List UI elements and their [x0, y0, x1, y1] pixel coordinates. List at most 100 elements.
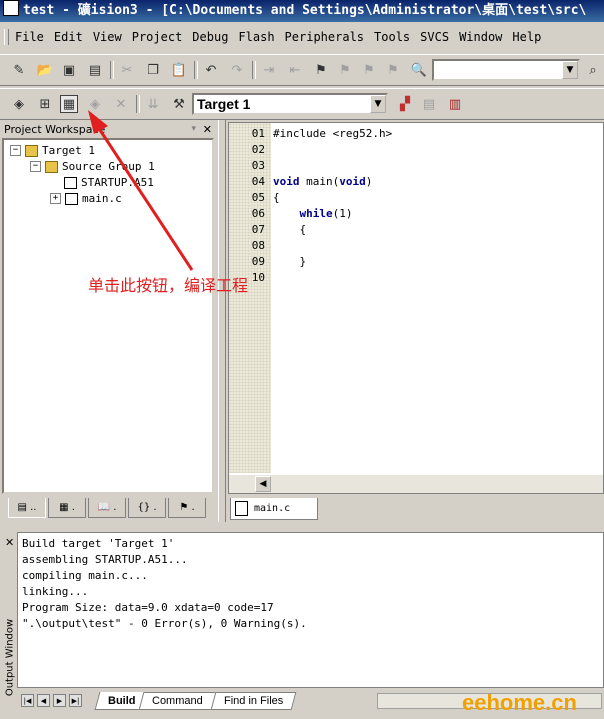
- tree-node-startup[interactable]: STARTUP.A51: [64, 176, 154, 189]
- file-icon: [235, 501, 248, 516]
- menu-view[interactable]: View: [88, 30, 127, 44]
- editor-tab-main-c[interactable]: main.c: [230, 498, 318, 520]
- tree-node-main-c[interactable]: + main.c: [50, 192, 122, 205]
- menu-project[interactable]: Project: [127, 30, 188, 44]
- toolbar-separator: [252, 61, 256, 79]
- workspace-tree: − Target 1 − Source Group 1 STARTUP.A51 …: [2, 138, 214, 494]
- prev-tab-icon[interactable]: ◀: [37, 694, 50, 707]
- save-icon[interactable]: ▣: [60, 61, 78, 79]
- chevron-down-icon[interactable]: ▾: [191, 122, 196, 137]
- collapse-icon[interactable]: −: [30, 161, 41, 172]
- prev-bookmark-icon[interactable]: ⚑: [360, 61, 378, 79]
- line-number: 08: [251, 239, 265, 252]
- download-icon[interactable]: ⇊: [144, 95, 162, 113]
- undo-icon[interactable]: ↶: [202, 61, 220, 79]
- folder-icon: [45, 160, 58, 173]
- file-toolbar: ✎ 📂 ▣ ▤ ✂ ❐ 📋 ↶ ↷ ⇥ ⇤ ⚑ ⚑ ⚑ ⚑ 🔍 ▼ ⌕: [0, 54, 604, 86]
- file-icon: [65, 192, 78, 205]
- build-toolbar: ◈ ⊞ ▦ ◈ ✕ ⇊ ⚒ Target 1 ▼ ▞ ▤ ▥: [0, 88, 604, 120]
- tree-node-label: main.c: [82, 192, 122, 205]
- output-line: linking...: [22, 585, 89, 598]
- keyword: while: [299, 207, 333, 220]
- translate-icon[interactable]: ◈: [10, 95, 28, 113]
- tab-find-label: Find in Files: [224, 695, 284, 707]
- menu-window[interactable]: Window: [454, 30, 507, 44]
- tree-node-source-group[interactable]: − Source Group 1: [30, 160, 155, 173]
- code-text: (1): [332, 207, 353, 220]
- save-all-icon[interactable]: ▤: [86, 61, 104, 79]
- collapse-icon[interactable]: −: [10, 145, 21, 156]
- rebuild-all-icon[interactable]: ▦: [60, 95, 78, 113]
- app-logo-icon: [3, 0, 19, 16]
- workspace-title: Project Workspace: [4, 123, 106, 136]
- indent-icon[interactable]: ⇥: [260, 61, 278, 79]
- chevron-down-icon[interactable]: ▼: [370, 95, 386, 113]
- new-file-icon[interactable]: ✎: [10, 61, 28, 79]
- binoculars-icon[interactable]: ⌕: [584, 61, 602, 79]
- menu-bar: File Edit View Project Debug Flash Perip…: [0, 25, 604, 49]
- stop-build-icon[interactable]: ✕: [112, 95, 130, 113]
- expand-icon[interactable]: +: [50, 193, 61, 204]
- editor-tab-label: main.c: [254, 503, 291, 514]
- tab-templates[interactable]: ⚑ .: [168, 498, 206, 518]
- tab-functions[interactable]: {} .: [128, 498, 166, 518]
- tab-books[interactable]: 📖 .: [88, 498, 126, 518]
- line-number: 09: [251, 255, 265, 268]
- tab-files[interactable]: ▤ ..: [8, 498, 46, 518]
- output-line: assembling STARTUP.A51...: [22, 553, 188, 566]
- editor-hscrollbar[interactable]: ◀: [229, 475, 603, 493]
- scroll-left-icon[interactable]: ◀: [255, 476, 271, 492]
- line-number: 02: [251, 143, 265, 156]
- menu-peripherals[interactable]: Peripherals: [280, 30, 369, 44]
- tree-node-target[interactable]: − Target 1: [10, 144, 95, 157]
- unindent-icon[interactable]: ⇤: [286, 61, 304, 79]
- close-icon[interactable]: ✕: [203, 122, 212, 137]
- tab-regs[interactable]: ▦ .: [48, 498, 86, 518]
- code-editor[interactable]: 01 02 03 04 05 06 07 08 09 10 #include <…: [228, 122, 604, 494]
- menu-flash[interactable]: Flash: [233, 30, 279, 44]
- cut-icon[interactable]: ✂: [118, 61, 136, 79]
- code-line-5: {: [273, 191, 280, 204]
- menu-file[interactable]: File: [10, 30, 49, 44]
- code-line-9: }: [273, 255, 307, 268]
- code-line-7: {: [273, 223, 307, 236]
- menu-grip: [4, 29, 9, 45]
- build-output[interactable]: Build target 'Target 1' assembling START…: [17, 532, 604, 688]
- manage-components-icon[interactable]: ▤: [420, 95, 438, 113]
- find-combo[interactable]: ▼: [432, 59, 580, 81]
- find-in-files-icon[interactable]: 🔍: [410, 61, 428, 79]
- code-text: main(: [299, 175, 340, 188]
- menu-debug[interactable]: Debug: [187, 30, 233, 44]
- menu-edit[interactable]: Edit: [49, 30, 88, 44]
- menu-tools[interactable]: Tools: [369, 30, 415, 44]
- copy-icon[interactable]: ❐: [144, 61, 162, 79]
- line-number: 10: [251, 271, 265, 284]
- line-number: 03: [251, 159, 265, 172]
- first-tab-icon[interactable]: |◀: [21, 694, 34, 707]
- select-device-icon[interactable]: ▞: [396, 95, 414, 113]
- vertical-splitter[interactable]: [218, 120, 226, 522]
- file-extensions-icon[interactable]: ▥: [446, 95, 464, 113]
- chevron-down-icon[interactable]: ▼: [562, 61, 578, 79]
- redo-icon[interactable]: ↷: [228, 61, 246, 79]
- tree-node-label: Target 1: [42, 144, 95, 157]
- target-select[interactable]: Target 1 ▼: [192, 93, 388, 115]
- menu-help[interactable]: Help: [507, 30, 546, 44]
- clear-bookmarks-icon[interactable]: ⚑: [384, 61, 402, 79]
- menu-svcs[interactable]: SVCS: [415, 30, 454, 44]
- target-options-icon[interactable]: ⚒: [170, 95, 188, 113]
- open-folder-icon[interactable]: 📂: [36, 61, 54, 79]
- line-number: 05: [251, 191, 265, 204]
- next-tab-icon[interactable]: ▶: [53, 694, 66, 707]
- tab-command[interactable]: Command: [138, 692, 217, 710]
- batch-build-icon[interactable]: ◈: [86, 95, 104, 113]
- paste-icon[interactable]: 📋: [170, 61, 188, 79]
- tab-find-in-files[interactable]: Find in Files: [210, 692, 297, 710]
- bookmark-icon[interactable]: ⚑: [312, 61, 330, 79]
- project-workspace-header: Project Workspace ▾ ✕: [2, 122, 216, 137]
- close-icon[interactable]: ✕: [5, 536, 14, 549]
- last-tab-icon[interactable]: ▶|: [69, 694, 82, 707]
- build-icon[interactable]: ⊞: [36, 95, 54, 113]
- next-bookmark-icon[interactable]: ⚑: [336, 61, 354, 79]
